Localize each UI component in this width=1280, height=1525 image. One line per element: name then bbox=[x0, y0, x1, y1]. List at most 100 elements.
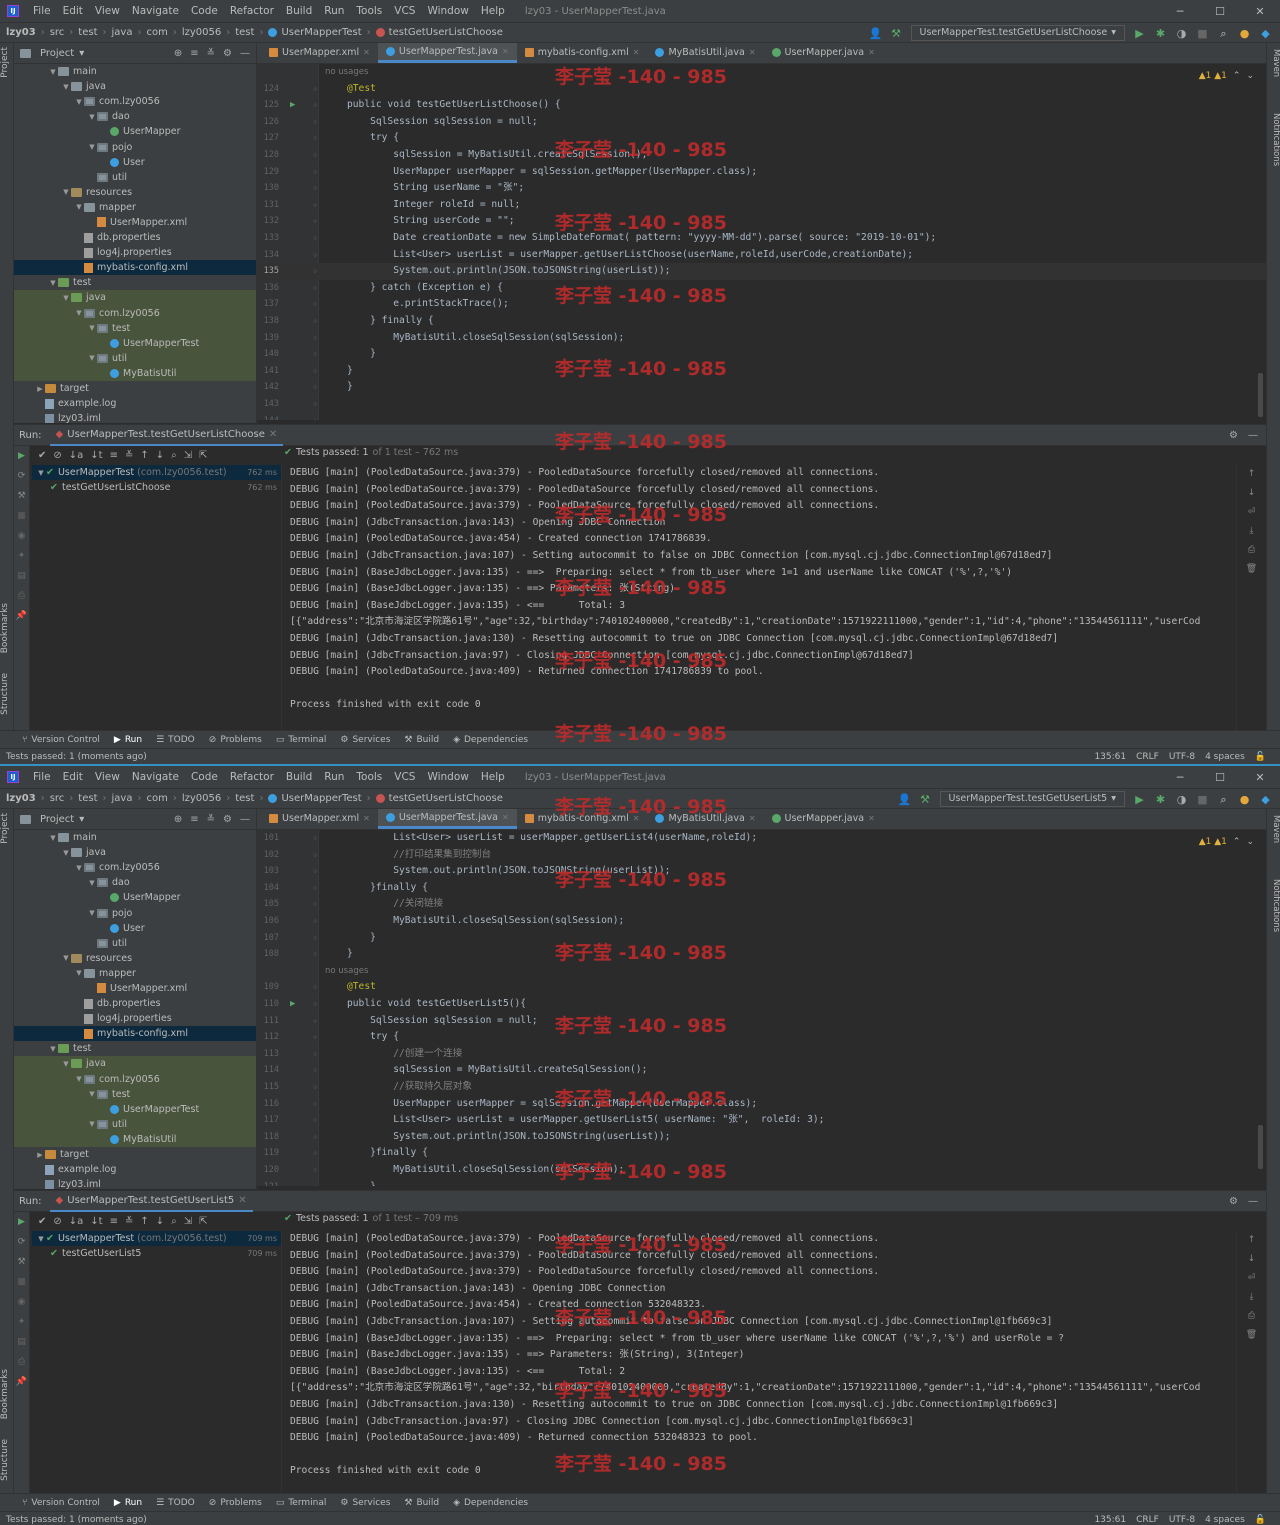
status-item[interactable]: 135:61 bbox=[1094, 1515, 1126, 1525]
menu-code[interactable]: Code bbox=[185, 771, 224, 783]
jetbrains-icon[interactable]: ◆ bbox=[1259, 27, 1272, 40]
tree-item[interactable]: ▼ resources bbox=[14, 185, 256, 200]
tree-item[interactable]: util bbox=[14, 170, 256, 185]
debug-icon[interactable]: ✱ bbox=[1154, 27, 1167, 40]
tree-item[interactable]: UserMapperTest bbox=[14, 335, 256, 351]
fold-marker[interactable]: ◇ bbox=[313, 979, 317, 996]
show-ignored-icon[interactable]: ⊘ bbox=[53, 1216, 61, 1227]
test-result-row[interactable]: ▼ ✔ UserMapperTest (com.lzy0056.test) 762 ms bbox=[32, 465, 281, 480]
scroll-down-icon[interactable]: ↓ bbox=[1237, 484, 1266, 503]
fold-marker[interactable]: ◇ bbox=[313, 230, 317, 247]
run-gutter-icon[interactable]: ▶ bbox=[290, 97, 295, 114]
layout-icon[interactable]: ▤ bbox=[14, 566, 29, 586]
hide-icon[interactable]: — bbox=[1248, 1196, 1258, 1207]
fold-marker[interactable]: ◇ bbox=[313, 863, 317, 880]
menu-run[interactable]: Run bbox=[318, 771, 350, 783]
tree-item[interactable]: db.properties bbox=[14, 996, 256, 1011]
run-icon[interactable]: ▶ bbox=[1133, 793, 1146, 806]
tree-item[interactable]: ▼ test bbox=[14, 275, 256, 290]
export-icon[interactable]: ⇱ bbox=[199, 450, 207, 461]
soft-wrap-icon[interactable]: ⏎ bbox=[1237, 503, 1266, 522]
tool-tab-build[interactable]: ⚒ Build bbox=[404, 735, 439, 745]
inspection-widget[interactable]: ▲1 ▲1 ⌃ ⌄ bbox=[1199, 71, 1254, 81]
locate-icon[interactable]: ⊕ bbox=[174, 48, 182, 59]
menu-vcs[interactable]: VCS bbox=[388, 5, 421, 17]
structure-tool-label[interactable]: Structure bbox=[0, 1439, 14, 1481]
menu-tools[interactable]: Tools bbox=[350, 5, 388, 17]
expand-arrow-icon[interactable]: ▼ bbox=[36, 469, 46, 477]
collapse-icon[interactable]: ≚ bbox=[207, 48, 215, 59]
menu-build[interactable]: Build bbox=[280, 5, 318, 17]
editor-tab[interactable]: MyBatisUtil.java ✕ bbox=[647, 43, 763, 63]
show-passed-icon[interactable]: ✔ bbox=[38, 450, 46, 461]
fold-marker[interactable]: ◇ bbox=[313, 330, 317, 347]
tree-item[interactable]: UserMapper.xml bbox=[14, 981, 256, 996]
fold-marker[interactable]: ◇ bbox=[313, 263, 317, 280]
rerun-failed-icon[interactable]: ⟳ bbox=[14, 466, 29, 486]
user-icon[interactable]: 👤 bbox=[869, 27, 883, 40]
tool-tab-dependencies[interactable]: ◈ Dependencies bbox=[453, 1498, 528, 1508]
tree-item[interactable]: MyBatisUtil bbox=[14, 365, 256, 381]
tree-item[interactable]: User bbox=[14, 921, 256, 936]
breadcrumb-item[interactable]: com › bbox=[146, 793, 181, 804]
status-message[interactable]: Tests passed: 1 (moments ago) bbox=[6, 1515, 147, 1525]
tree-item[interactable]: ▼ com.lzy0056 bbox=[14, 94, 256, 109]
close-icon[interactable]: ✕ bbox=[868, 48, 875, 57]
show-passed-icon[interactable]: ✔ bbox=[38, 1216, 46, 1227]
tree-item[interactable]: ▼ resources bbox=[14, 951, 256, 966]
lock-icon[interactable]: 🔓 bbox=[1255, 1515, 1266, 1525]
pin-tab-icon[interactable]: 📌 bbox=[14, 606, 29, 626]
editor-scrollbar[interactable] bbox=[1258, 373, 1263, 417]
sort-duration-icon[interactable]: ↓t bbox=[90, 450, 102, 461]
breadcrumb-item[interactable]: java › bbox=[112, 27, 147, 38]
tree-item[interactable]: example.log bbox=[14, 396, 256, 411]
fold-marker[interactable]: ◇ bbox=[313, 946, 317, 963]
status-item[interactable]: UTF-8 bbox=[1169, 1515, 1195, 1525]
bookmarks-tool-label[interactable]: Bookmarks bbox=[0, 1369, 14, 1419]
tree-item[interactable]: ▼ com.lzy0056 bbox=[14, 1071, 256, 1087]
close-icon[interactable]: ✕ bbox=[363, 814, 370, 823]
tree-item[interactable]: ▼ pojo bbox=[14, 905, 256, 920]
menu-help[interactable]: Help bbox=[475, 771, 511, 783]
editor-tab[interactable]: UserMapperTest.java ✕ bbox=[377, 809, 517, 829]
tool-tab-build[interactable]: ⚒ Build bbox=[404, 1498, 439, 1508]
scroll-end-icon[interactable]: ⤓ bbox=[1237, 1288, 1266, 1307]
fold-marker[interactable]: ◇ bbox=[313, 880, 317, 897]
close-icon[interactable]: ✕ bbox=[269, 429, 277, 440]
tree-item[interactable]: mybatis-config.xml bbox=[14, 1026, 256, 1042]
breadcrumb-item[interactable]: UserMapperTest › bbox=[268, 27, 375, 38]
import-icon[interactable]: ⇲ bbox=[184, 450, 192, 461]
status-item[interactable]: CRLF bbox=[1136, 752, 1159, 762]
fold-marker[interactable]: ◇ bbox=[313, 413, 317, 420]
tree-item[interactable]: ▼ java bbox=[14, 79, 256, 94]
breadcrumb-item[interactable]: test › bbox=[235, 793, 268, 804]
fold-marker[interactable]: ◇ bbox=[313, 1046, 317, 1063]
editor-tab[interactable]: UserMapper.java ✕ bbox=[764, 809, 883, 829]
run-icon[interactable]: ▶ bbox=[1133, 27, 1146, 40]
breadcrumb-item[interactable]: UserMapperTest › bbox=[268, 793, 375, 804]
print-icon[interactable]: ⎙ bbox=[1237, 1307, 1266, 1326]
fold-marker[interactable]: ◇ bbox=[313, 1029, 317, 1046]
fold-marker[interactable]: ◇ bbox=[313, 1013, 317, 1030]
minimize-icon[interactable]: ─ bbox=[1160, 0, 1200, 23]
menu-build[interactable]: Build bbox=[280, 771, 318, 783]
notifications-tool-label[interactable]: Notifications bbox=[1267, 113, 1280, 166]
stop-icon[interactable]: ■ bbox=[1196, 793, 1209, 806]
tool-tab-services[interactable]: ⚙ Services bbox=[340, 735, 390, 745]
update-icon[interactable]: ● bbox=[1238, 793, 1251, 806]
menu-view[interactable]: View bbox=[89, 771, 126, 783]
status-item[interactable]: UTF-8 bbox=[1169, 752, 1195, 762]
close-icon[interactable]: ✕ bbox=[363, 48, 370, 57]
code-area[interactable]: no usages 124 ◇ @Test 125 ▶ ◇ public void testG… bbox=[257, 64, 1266, 420]
fold-marker[interactable]: ◇ bbox=[313, 164, 317, 181]
menu-edit[interactable]: Edit bbox=[57, 5, 89, 17]
gear-icon[interactable]: ⚙ bbox=[223, 814, 232, 825]
pin-icon[interactable]: ✦ bbox=[14, 1312, 29, 1332]
expand-all-icon[interactable]: ≡ bbox=[110, 450, 118, 461]
user-icon[interactable]: 👤 bbox=[898, 793, 912, 806]
breadcrumb-item[interactable]: test › bbox=[235, 27, 268, 38]
breadcrumb-item[interactable]: src › bbox=[50, 27, 79, 38]
tool-tab-terminal[interactable]: ▭ Terminal bbox=[276, 735, 327, 745]
hide-icon[interactable]: — bbox=[1248, 430, 1258, 441]
close-icon[interactable]: ✕ bbox=[749, 814, 756, 823]
